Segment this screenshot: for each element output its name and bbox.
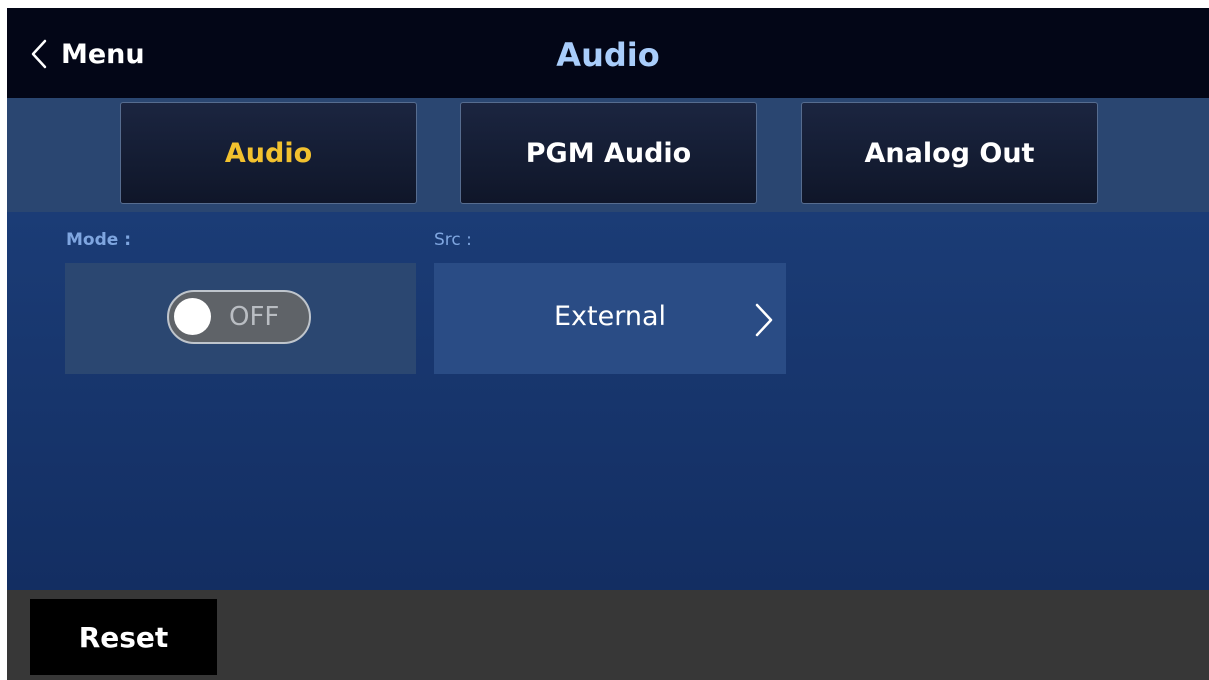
toggle-knob: [174, 298, 211, 335]
audio-settings-screen: Menu Audio Audio PGM Audio Analog Out Mo…: [7, 8, 1209, 680]
toggle-state-label: OFF: [229, 302, 280, 332]
src-label: Src :: [434, 230, 472, 250]
page-title: Audio: [556, 36, 660, 74]
bottom-bar: Reset: [7, 590, 1209, 680]
mode-toggle[interactable]: OFF: [167, 290, 311, 344]
chevron-right-icon: [754, 303, 774, 341]
src-selector[interactable]: External: [434, 263, 786, 374]
tab-audio[interactable]: Audio: [120, 102, 417, 204]
content-panel: Mode : Src : OFF External: [7, 212, 1209, 590]
top-bar: Menu Audio: [7, 8, 1209, 98]
tab-pgm-audio[interactable]: PGM Audio: [460, 102, 757, 204]
tab-analog-out[interactable]: Analog Out: [801, 102, 1098, 204]
reset-button[interactable]: Reset: [30, 599, 217, 675]
mode-field: OFF: [65, 263, 416, 374]
mode-label: Mode :: [66, 230, 132, 250]
src-value: External: [553, 301, 667, 332]
tab-bar: Audio PGM Audio Analog Out: [7, 98, 1209, 212]
